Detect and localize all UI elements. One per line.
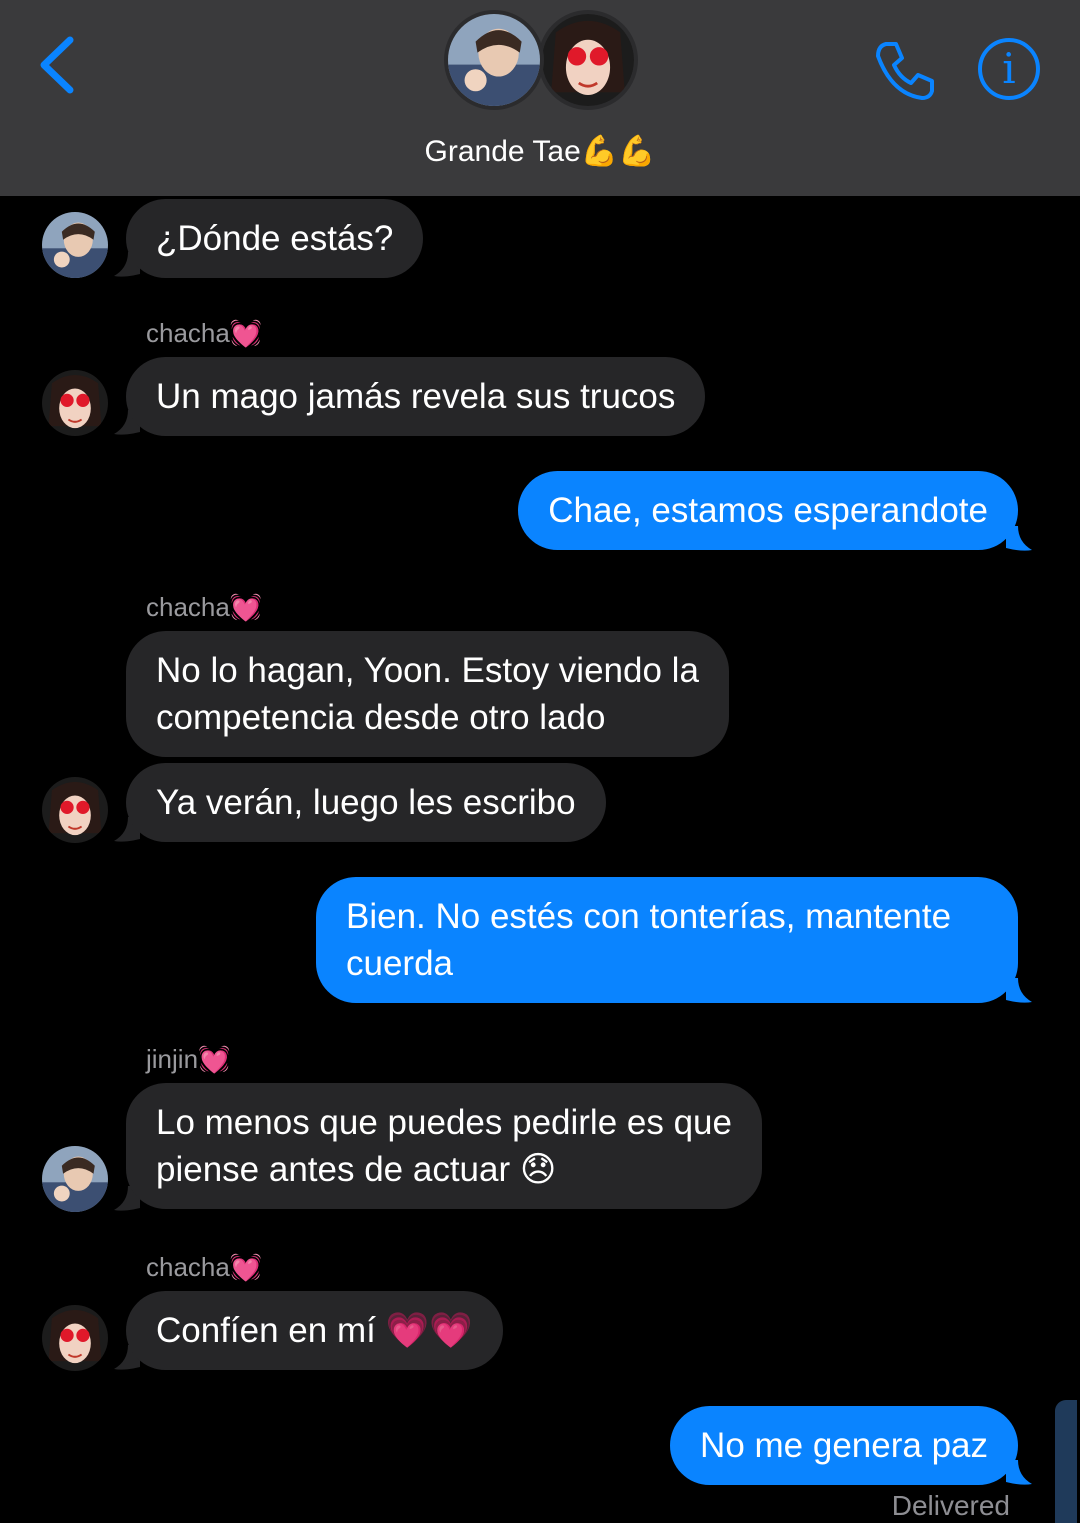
message-bubble-outgoing[interactable]: Bien. No estés con tonterías, mantente c… xyxy=(316,877,1018,1003)
message-bubble-outgoing[interactable]: Chae, estamos esperandote xyxy=(518,471,1018,550)
message-text: Chae, estamos esperandote xyxy=(548,491,988,530)
message-text: Ya verán, luego les escribo xyxy=(156,783,576,822)
message-bubble-incoming[interactable]: Ya verán, luego les escribo xyxy=(126,763,606,842)
message-text: Confíen en mí 💗💗 xyxy=(156,1311,473,1350)
phone-icon[interactable] xyxy=(872,38,938,104)
message-text: No me genera paz xyxy=(700,1426,988,1465)
message-text-line: piense antes de actuar 😞 xyxy=(156,1150,557,1189)
sender-name: chacha💓 xyxy=(146,318,263,348)
delivery-status: Delivered xyxy=(891,1490,1010,1521)
message-text-line: cuerda xyxy=(346,944,454,983)
message-text: Un mago jamás revela sus trucos xyxy=(156,377,676,416)
avatar-chacha[interactable] xyxy=(42,1305,108,1371)
message-bubble-outgoing[interactable]: No me genera paz xyxy=(670,1406,1018,1485)
chevron-left-icon[interactable] xyxy=(34,34,84,96)
message-bubble-incoming[interactable]: Confíen en mí 💗💗 xyxy=(126,1291,503,1370)
avatar-jinjin[interactable] xyxy=(42,1146,108,1212)
group-avatar-chacha[interactable] xyxy=(538,10,638,110)
scrollbar[interactable] xyxy=(1055,1400,1077,1523)
message-bubble-incoming[interactable]: No lo hagan, Yoon. Estoy viendo la compe… xyxy=(126,631,729,757)
message-text-line: Lo menos que puedes pedirle es que xyxy=(156,1103,732,1142)
message-text-line: No lo hagan, Yoon. Estoy viendo la xyxy=(156,651,699,690)
avatar-chacha[interactable] xyxy=(42,370,108,436)
avatar-chacha[interactable] xyxy=(42,777,108,843)
message-text: ¿Dónde estás? xyxy=(156,219,394,258)
avatar-jinjin[interactable] xyxy=(42,212,108,278)
conversation-title[interactable]: Grande Tae💪💪 xyxy=(0,134,1080,169)
message-bubble-incoming[interactable]: Lo menos que puedes pedirle es que piens… xyxy=(126,1083,762,1209)
message-text-line: competencia desde otro lado xyxy=(156,698,606,737)
group-avatar-jinjin[interactable] xyxy=(444,10,544,110)
message-bubble-incoming[interactable]: Un mago jamás revela sus trucos xyxy=(126,357,706,436)
conversation-header: i Grande Tae💪💪 xyxy=(0,0,1080,196)
sender-name: chacha💓 xyxy=(146,592,263,622)
sender-name: chacha💓 xyxy=(146,1252,263,1282)
message-text-line: Bien. No estés con tonterías, mantente xyxy=(346,897,952,936)
info-icon[interactable]: i xyxy=(978,38,1040,100)
message-bubble-incoming[interactable]: ¿Dónde estás? xyxy=(126,199,424,278)
sender-name: jinjin💓 xyxy=(146,1044,231,1074)
